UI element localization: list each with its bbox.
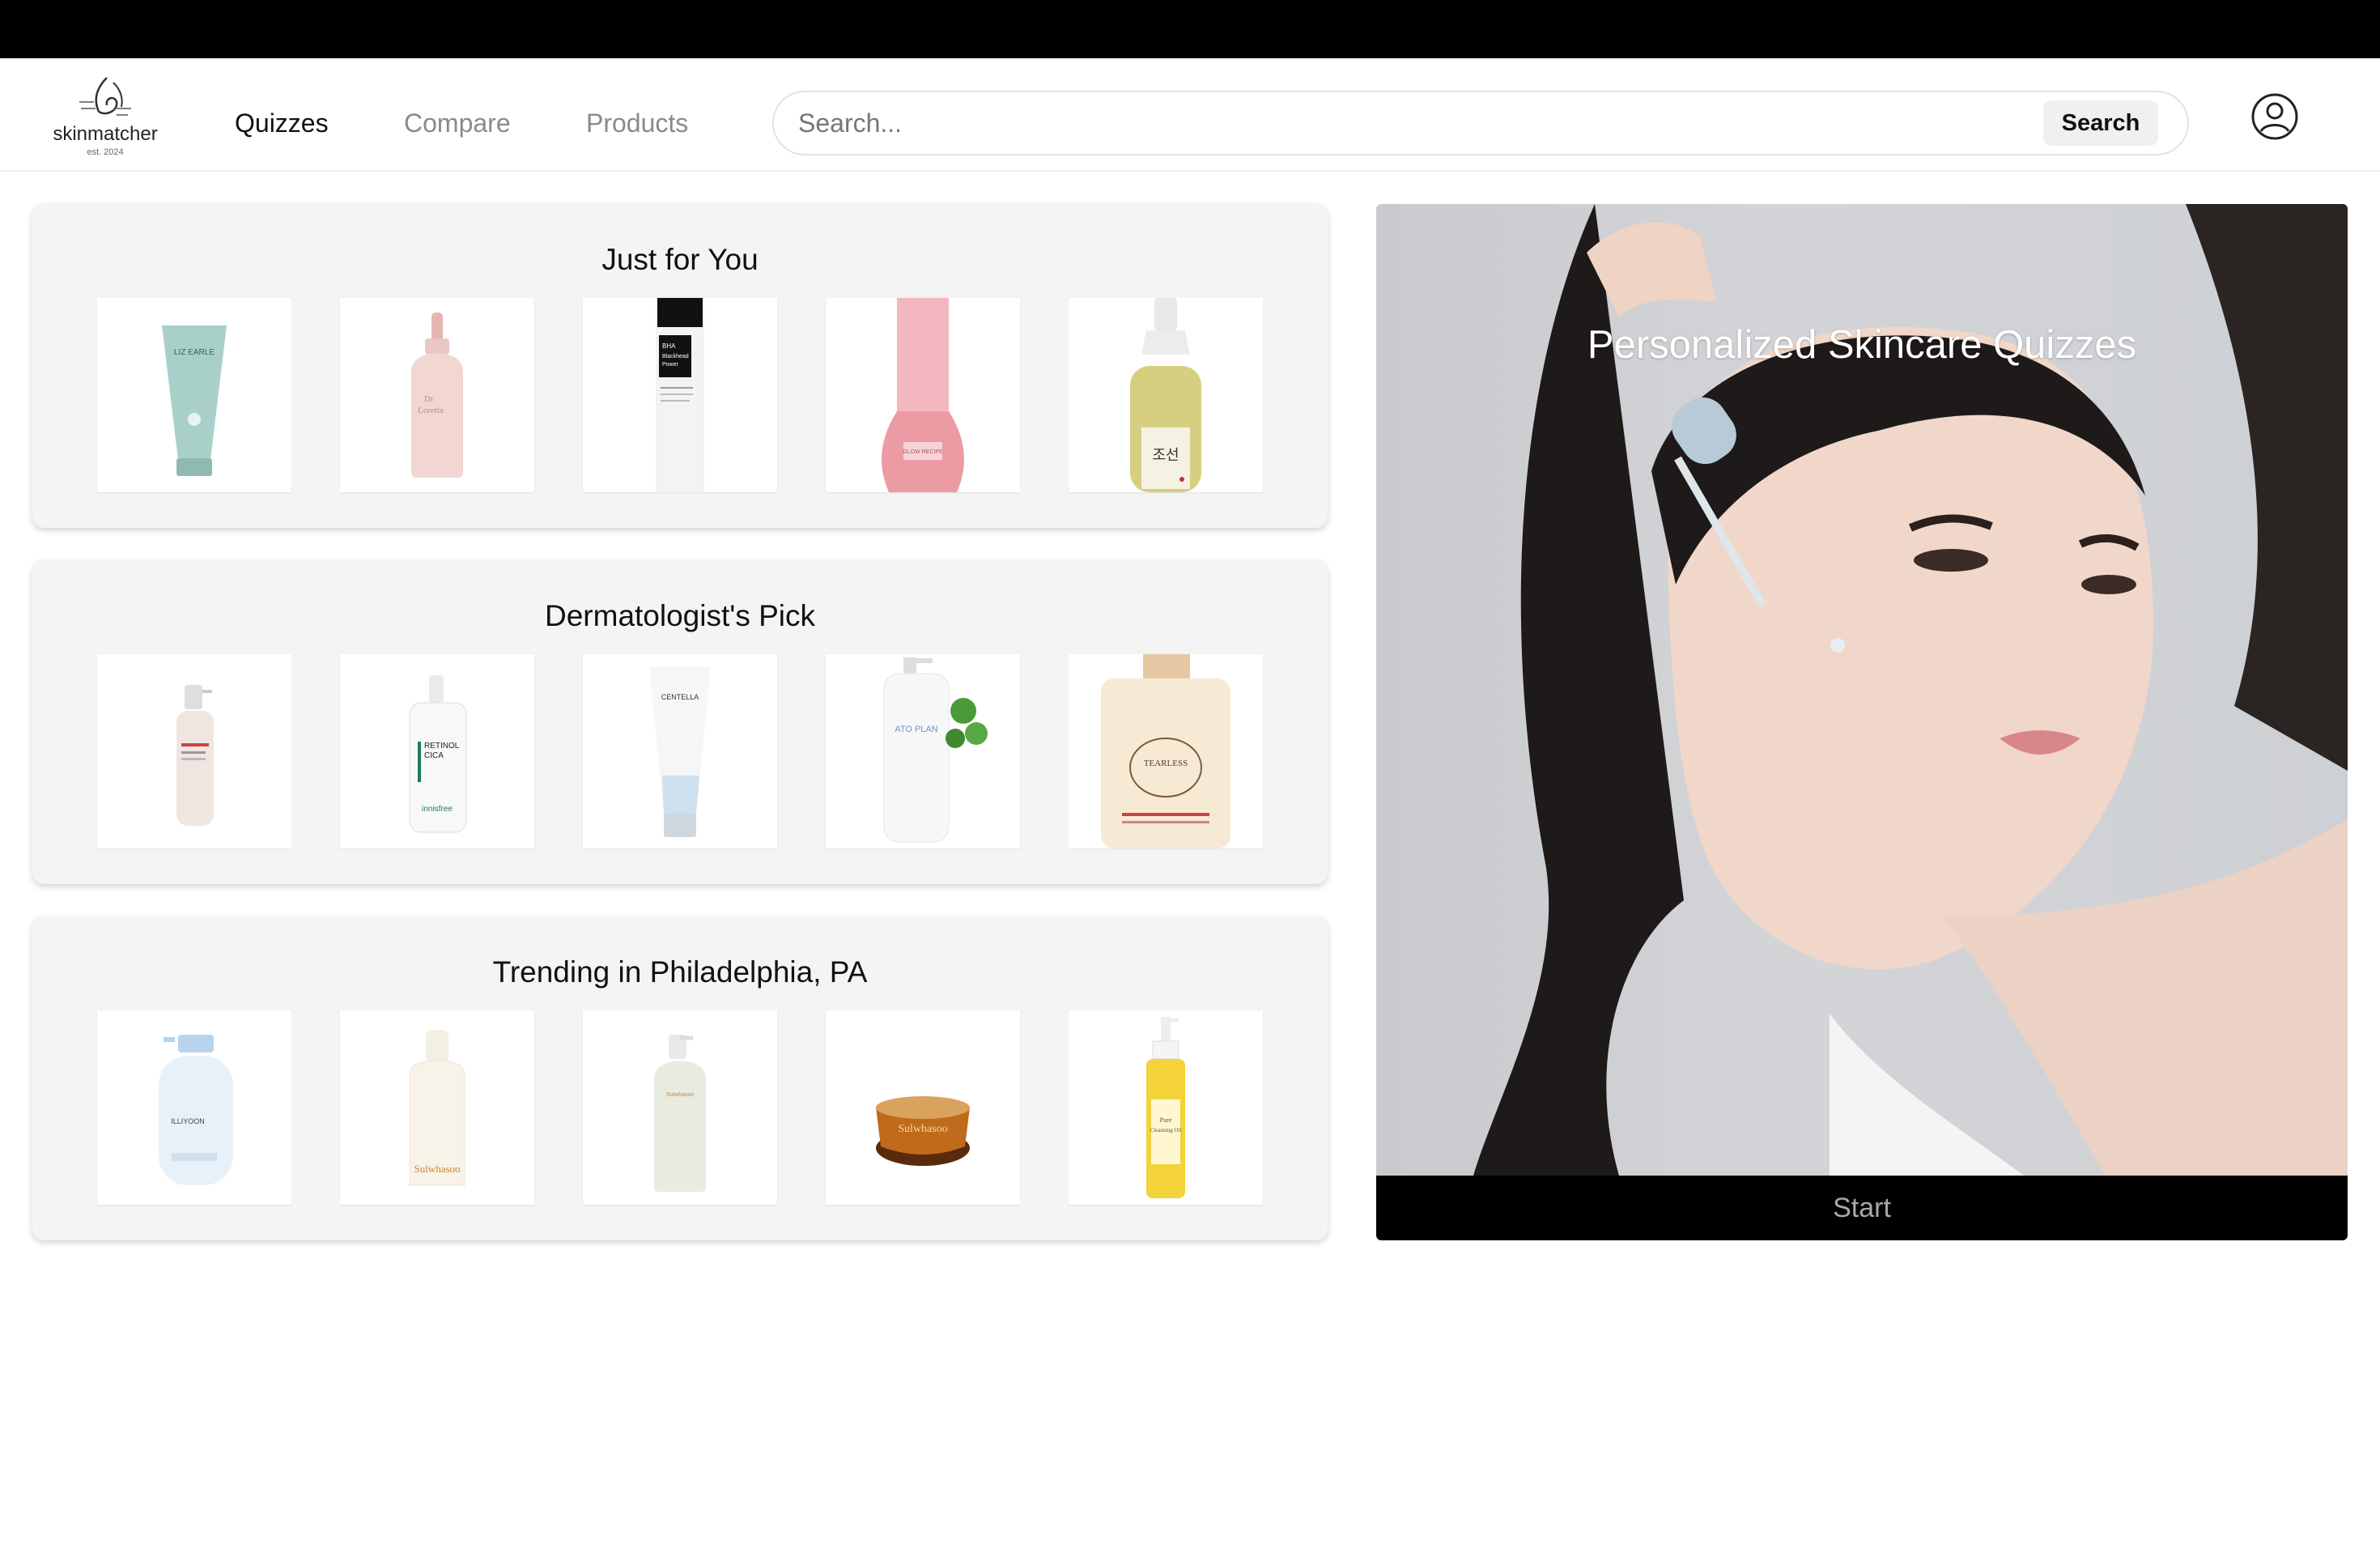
product-card[interactable]: BHA Blackhead Power	[583, 298, 777, 492]
brand-est: est. 2024	[87, 147, 124, 157]
account-button[interactable]	[2250, 92, 2299, 141]
section-title: Trending in Philadelphia, PA	[492, 955, 868, 989]
product-card[interactable]: ATO PLAN	[826, 654, 1020, 848]
product-card[interactable]: TEARLESS	[1069, 654, 1263, 848]
svg-text:RETINOL: RETINOL	[424, 742, 460, 751]
product-image: BHA Blackhead Power	[656, 298, 704, 492]
product-card[interactable]: LIZ EARLE	[97, 298, 291, 492]
start-quiz-button[interactable]: Start	[1376, 1176, 2348, 1240]
product-card[interactable]: Sulwhasoo	[340, 1010, 534, 1205]
search-input[interactable]	[798, 104, 1932, 142]
hair-strand-logo-icon	[79, 77, 131, 116]
brand-name: skinmatcher	[53, 123, 158, 145]
product-card[interactable]: 조선	[1069, 298, 1263, 492]
product-card[interactable]: RETINOL CICA innisfree	[340, 654, 534, 848]
svg-text:CENTELLA: CENTELLA	[661, 693, 699, 701]
svg-text:CICA: CICA	[424, 751, 444, 760]
svg-text:GLOW RECIPE: GLOW RECIPE	[903, 449, 943, 455]
product-image: Sulwhasoo	[876, 1096, 970, 1166]
nav-link-compare[interactable]: Compare	[404, 108, 511, 138]
svg-text:TEARLESS: TEARLESS	[1144, 759, 1188, 768]
hero-title: Personalized Skincare Quizzes	[1587, 323, 2137, 367]
product-image: GLOW RECIPE	[882, 298, 964, 492]
search-bar: Search	[772, 91, 2189, 155]
svg-text:Dr: Dr	[424, 394, 434, 404]
user-circle-icon	[2251, 93, 2298, 140]
section-title: Dermatologist's Pick	[545, 599, 815, 632]
product-image: Sulwhasoo	[654, 1035, 706, 1192]
product-card[interactable]: GLOW RECIPE	[826, 298, 1020, 492]
nav-link-quizzes[interactable]: Quizzes	[235, 108, 329, 138]
section-trending: Trending in Philadelphia, PA ILLIYOON Su…	[32, 916, 1328, 1240]
svg-text:Blackhead: Blackhead	[662, 354, 689, 359]
nav-link-products[interactable]: Products	[586, 108, 688, 138]
search-button[interactable]: Search	[2043, 100, 2158, 146]
product-card[interactable]: Sulwhasoo	[583, 1010, 777, 1205]
section-dermatologists-pick: Dermatologist's Pick RETINOL CICA innisf…	[32, 560, 1328, 884]
product-card[interactable]: CENTELLA	[583, 654, 777, 848]
product-card[interactable]: Pure Cleansing Oil	[1069, 1010, 1263, 1205]
product-image: Sulwhasoo	[409, 1030, 465, 1186]
product-card[interactable]	[97, 654, 291, 848]
svg-text:Sulwhasoo: Sulwhasoo	[898, 1123, 947, 1135]
brand-logo[interactable]: skinmatcher est. 2024	[49, 74, 162, 164]
svg-text:BHA: BHA	[662, 342, 676, 350]
product-image: TEARLESS	[1101, 654, 1230, 848]
svg-text:ATO PLAN: ATO PLAN	[895, 725, 937, 734]
product-image: RETINOL CICA innisfree	[409, 675, 467, 833]
section-just-for-you: Just for You LIZ EARLE Dr Loretta BHA Bl…	[32, 204, 1328, 528]
product-image	[176, 685, 214, 826]
svg-text:Power: Power	[662, 362, 679, 368]
product-card[interactable]: Sulwhasoo	[826, 1010, 1020, 1205]
section-title: Just for You	[601, 243, 759, 276]
svg-text:ILLIYOON: ILLIYOON	[171, 1117, 205, 1125]
svg-text:innisfree: innisfree	[422, 805, 453, 814]
product-image: ILLIYOON	[159, 1035, 233, 1185]
product-image: 조선	[1130, 298, 1201, 492]
product-image: Dr Loretta	[411, 313, 463, 478]
quiz-hero-card: Personalized Skincare Quizzes Start	[1376, 204, 2348, 1240]
svg-text:Pure: Pure	[1160, 1116, 1172, 1124]
svg-text:Cleansing Oil: Cleansing Oil	[1150, 1127, 1182, 1133]
product-image: ATO PLAN	[883, 657, 988, 843]
navbar: skinmatcher est. 2024 Quizzes Compare Pr…	[0, 58, 2380, 172]
svg-text:Sulwhasoo: Sulwhasoo	[414, 1163, 460, 1175]
product-card[interactable]: ILLIYOON	[97, 1010, 291, 1205]
product-image: Pure Cleansing Oil	[1146, 1017, 1185, 1198]
product-card[interactable]: Dr Loretta	[340, 298, 534, 492]
svg-text:LIZ EARLE: LIZ EARLE	[174, 348, 215, 357]
product-image: LIZ EARLE	[162, 325, 227, 476]
svg-text:Sulwhasoo: Sulwhasoo	[666, 1092, 694, 1098]
top-black-bar	[0, 0, 2380, 58]
product-image: CENTELLA	[649, 667, 711, 837]
svg-text:Loretta: Loretta	[418, 406, 444, 415]
svg-text:조선: 조선	[1152, 447, 1179, 464]
